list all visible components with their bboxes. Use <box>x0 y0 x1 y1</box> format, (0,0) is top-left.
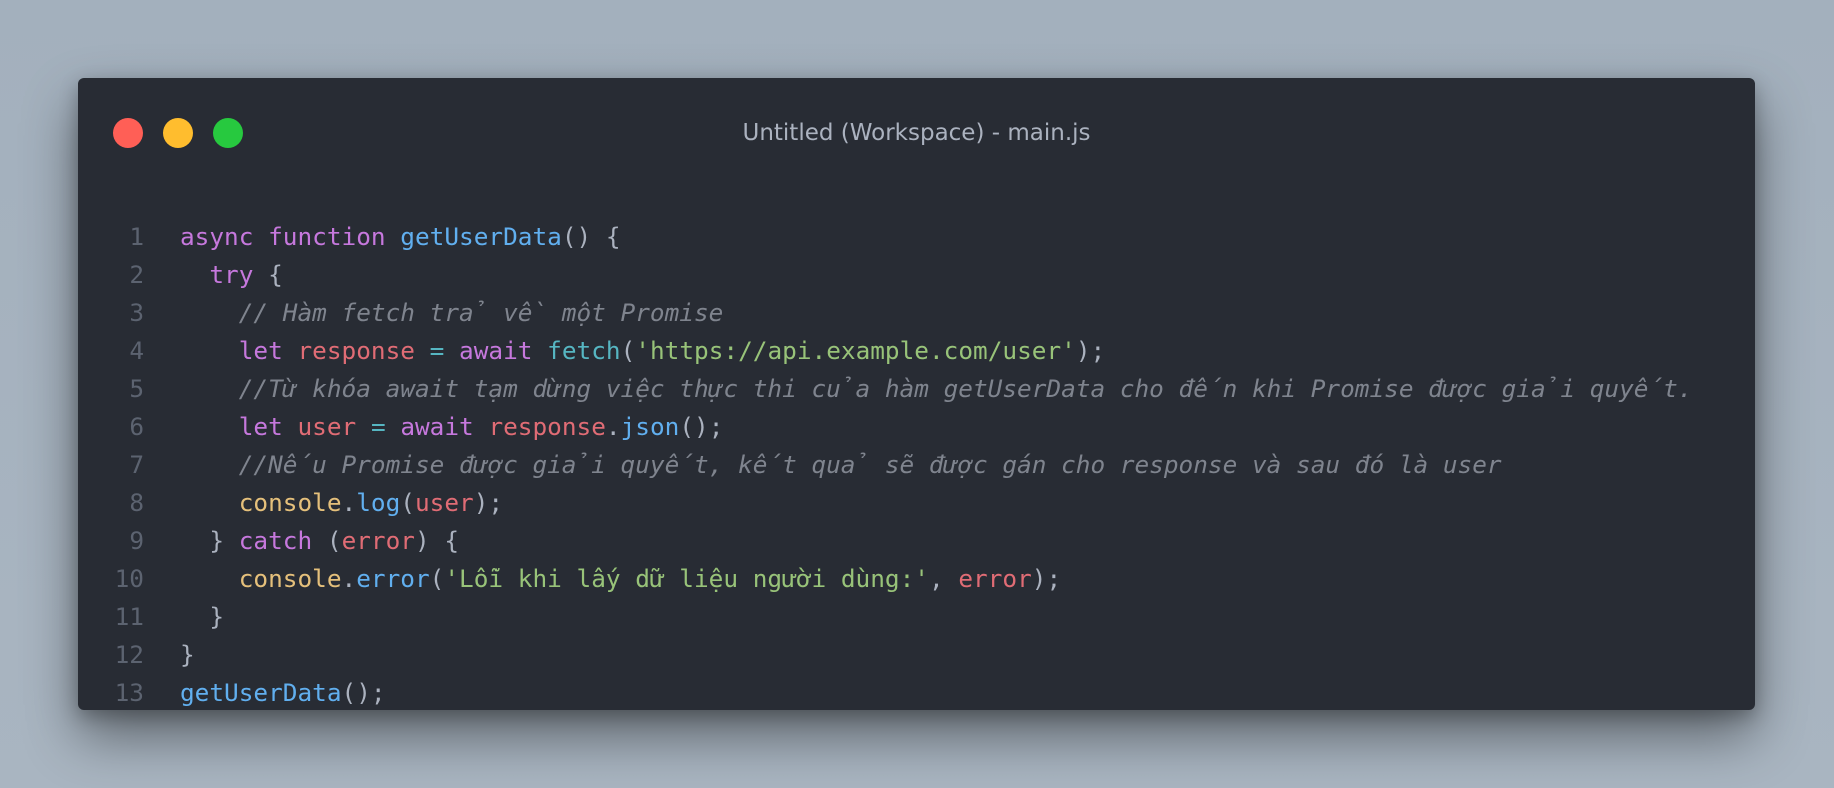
code-token: json <box>620 412 680 441</box>
code-line[interactable]: 4 let response = await fetch('https://ap… <box>78 332 1755 370</box>
line-number: 2 <box>129 260 144 289</box>
code-token: . <box>605 412 621 441</box>
code-token: ) { <box>415 526 460 555</box>
code-token: error <box>341 526 415 555</box>
code-token: response <box>488 412 606 441</box>
line-number: 5 <box>129 374 144 403</box>
code-line[interactable]: 5 //Từ khóa await tạm dừng việc thực thi… <box>78 370 1755 408</box>
code-token: getUserData <box>180 678 342 707</box>
line-number: 7 <box>129 450 144 479</box>
code-line[interactable]: 13 getUserData(); <box>78 674 1755 710</box>
code-token: } <box>180 640 195 669</box>
code-token: (); <box>679 412 724 441</box>
code-token: ); <box>473 488 504 517</box>
code-token: } <box>209 602 225 631</box>
code-token: . <box>341 488 357 517</box>
line-number: 6 <box>129 412 144 441</box>
code-token: error <box>958 564 1032 593</box>
code-token: ( <box>400 488 415 517</box>
code-line[interactable]: 6 let user = await response.json(); <box>78 408 1755 446</box>
code-token: function <box>268 222 386 251</box>
code-token: console <box>238 564 342 593</box>
code-line[interactable]: 8 console.log(user); <box>78 484 1755 522</box>
code-token: user <box>297 412 357 441</box>
code-line[interactable]: 7 //Nếu Promise được giải quyết, kết quả… <box>78 446 1755 484</box>
window-title: Untitled (Workspace) - main.js <box>742 120 1091 146</box>
code-token: fetch <box>547 336 621 365</box>
code-token: let <box>238 336 283 365</box>
code-line[interactable]: 9 } catch (error) { <box>78 522 1755 560</box>
code-token: 'Lỗi khi lấy dữ liệu người dùng:' <box>444 564 929 593</box>
editor-window: Untitled (Workspace) - main.js 1 async fu… <box>78 78 1755 710</box>
code-token: await <box>400 412 474 441</box>
line-number: 3 <box>129 298 144 327</box>
line-number: 10 <box>114 564 144 593</box>
line-number: 9 <box>129 526 144 555</box>
line-number: 4 <box>129 336 144 365</box>
code-token: = <box>429 336 445 365</box>
code-line[interactable]: 3 // Hàm fetch trả về một Promise <box>78 294 1755 332</box>
code-line[interactable]: 10 console.error('Lỗi khi lấy dữ liệu ng… <box>78 560 1755 598</box>
code-line[interactable]: 2 try { <box>78 256 1755 294</box>
line-number: 11 <box>114 602 144 631</box>
code-token: log <box>356 488 401 517</box>
line-number: 8 <box>129 488 144 517</box>
code-token: console <box>238 488 342 517</box>
line-number: 13 <box>114 678 144 707</box>
code-token: } <box>209 526 239 555</box>
code-token: () { <box>561 222 621 251</box>
code-token: (); <box>341 678 386 707</box>
code-token: getUserData <box>400 222 562 251</box>
code-token: // Hàm fetch trả về một Promise <box>238 298 724 327</box>
code-token: catch <box>238 526 313 555</box>
code-token: ); <box>1075 336 1106 365</box>
code-token: = <box>370 412 386 441</box>
code-token: response <box>297 336 415 365</box>
code-token: //Nếu Promise được giải quyết, kết quả s… <box>238 450 1502 479</box>
line-number: 12 <box>114 640 144 669</box>
code-token: ( <box>312 526 342 555</box>
code-token: ( <box>429 564 445 593</box>
code-token: //Từ khóa await tạm dừng việc thực thi c… <box>238 374 1693 403</box>
code-token: user <box>414 488 474 517</box>
code-token: let <box>238 412 283 441</box>
code-token: { <box>253 260 283 289</box>
code-line[interactable]: 1 async function getUserData() { <box>78 218 1755 256</box>
code-token: await <box>459 336 533 365</box>
code-token: error <box>356 564 430 593</box>
code-token: , <box>928 564 959 593</box>
code-token: ( <box>620 336 636 365</box>
code-token: try <box>209 260 254 289</box>
code-token: . <box>341 564 357 593</box>
code-line[interactable]: 11 } <box>78 598 1755 636</box>
code-token: ); <box>1031 564 1062 593</box>
code-line[interactable]: 12} <box>78 636 1755 674</box>
code-token: 'https://api.example.com/user' <box>635 336 1076 365</box>
code-editor[interactable]: 1 async function getUserData() {2 try {3 … <box>78 218 1755 710</box>
line-number: 1 <box>129 222 144 251</box>
code-token: async <box>180 222 254 251</box>
title-bar: Untitled (Workspace) - main.js <box>78 78 1755 188</box>
